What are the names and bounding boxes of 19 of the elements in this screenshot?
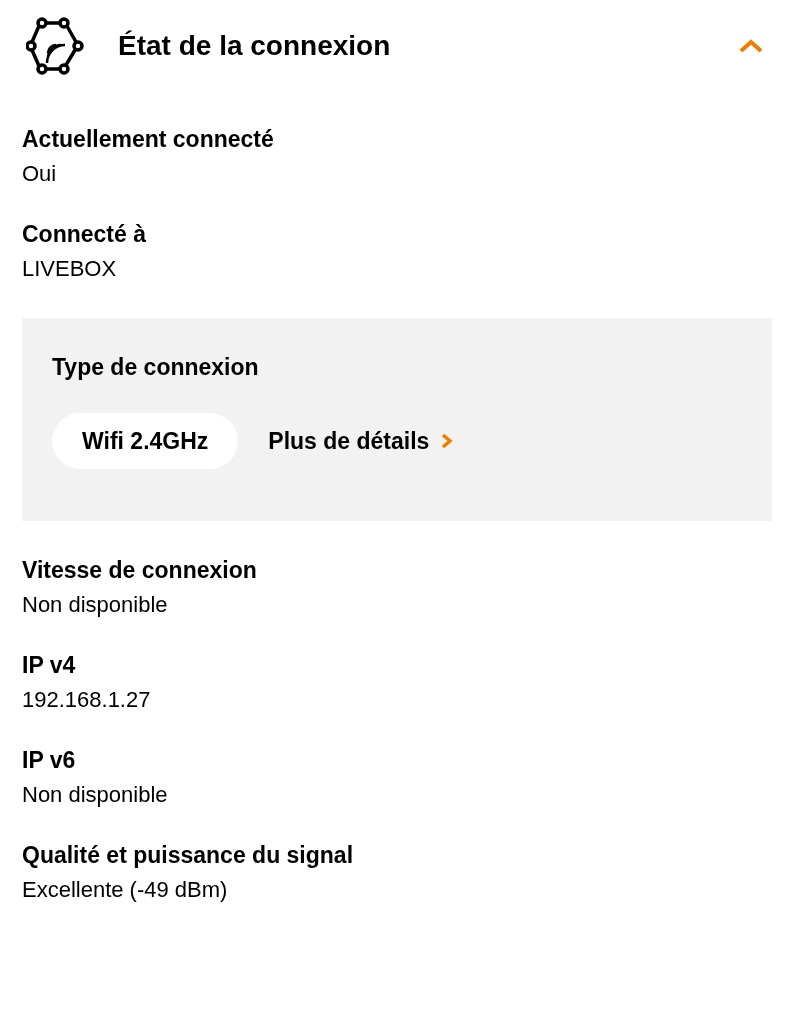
field-label: Qualité et puissance du signal — [22, 842, 355, 869]
field-label: Vitesse de connexion — [22, 557, 258, 584]
field-value: Excellente (-49 dBm) — [22, 877, 229, 903]
section-title: État de la connexion — [118, 30, 392, 62]
field-value: Oui — [22, 161, 58, 187]
field-value: Non disponible — [22, 782, 169, 808]
collapse-button[interactable] — [738, 38, 764, 54]
field-value: 192.168.1.27 — [22, 687, 152, 713]
chevron-right-icon — [441, 433, 454, 449]
field-label: IP v6 — [22, 747, 77, 774]
field-label: IP v4 — [22, 652, 77, 679]
field-label: Actuellement connecté — [22, 126, 275, 153]
connection-type-chip: Wifi 2.4GHz — [52, 413, 239, 469]
field-value: Non disponible — [22, 592, 169, 618]
details-link[interactable]: Plus de détails — [268, 427, 454, 455]
network-icon — [26, 17, 84, 75]
panel-label: Type de connexion — [52, 354, 260, 381]
field-value: LIVEBOX — [22, 256, 118, 282]
field-label: Connecté à — [22, 221, 147, 248]
